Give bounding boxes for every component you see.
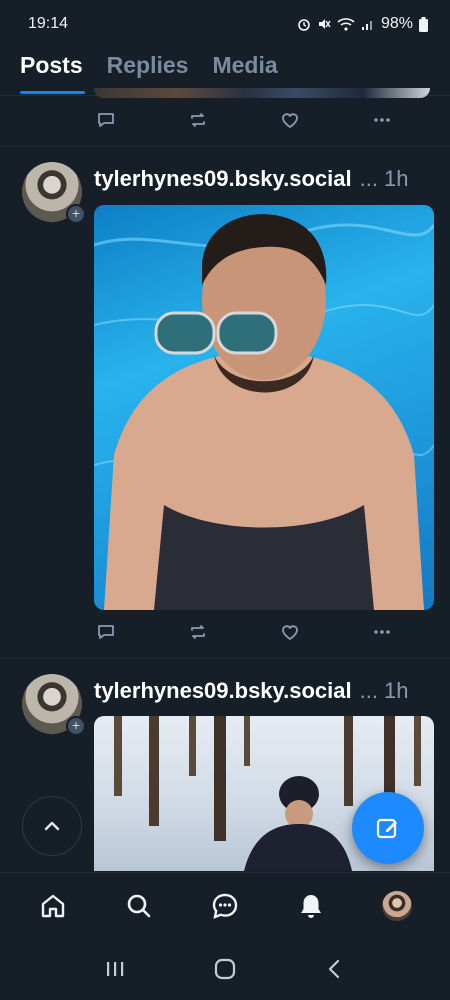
repost-icon[interactable] (186, 108, 210, 132)
system-nav-bar (0, 938, 450, 1000)
scroll-to-top-button[interactable] (22, 796, 82, 856)
signal-icon (361, 21, 372, 30)
post-time[interactable]: 1h (384, 166, 408, 192)
previous-post-media[interactable] (94, 88, 430, 98)
battery-icon (419, 16, 428, 32)
reply-icon[interactable] (94, 620, 118, 644)
nav-profile[interactable] (375, 884, 419, 928)
post-divider (0, 146, 450, 147)
tab-posts[interactable]: Posts (20, 48, 85, 94)
post-ellipsis: ... (359, 166, 378, 191)
post-handle[interactable]: tylerhynes09.bsky.social (94, 166, 352, 192)
status-time: 19:14 (28, 15, 69, 32)
profile-avatar (382, 890, 412, 921)
like-icon[interactable] (278, 620, 302, 644)
post-actions (94, 106, 394, 134)
nav-home[interactable] (31, 884, 75, 928)
status-bar: 19:14 98% (0, 0, 450, 48)
battery-percent: 98% (380, 15, 413, 32)
more-icon[interactable] (370, 620, 394, 644)
nav-search[interactable] (117, 884, 161, 928)
avatar[interactable]: + (22, 674, 86, 736)
follow-plus-icon[interactable]: + (66, 204, 86, 224)
post-actions (94, 618, 394, 646)
post-handle[interactable]: tylerhynes09.bsky.social (94, 678, 352, 704)
notifications-icon (301, 894, 321, 918)
wifi-icon (337, 18, 355, 31)
nav-notifications[interactable] (289, 884, 333, 928)
reply-icon[interactable] (94, 108, 118, 132)
back-icon[interactable] (323, 957, 347, 981)
post-divider (0, 658, 450, 659)
repost-icon[interactable] (186, 620, 210, 644)
post-header: tylerhynes09.bsky.social ... 1h (94, 676, 434, 706)
status-icons: 98% (297, 15, 428, 33)
avatar[interactable]: + (22, 162, 86, 224)
post-ellipsis: ... (359, 678, 378, 703)
recent-apps-icon[interactable] (103, 957, 127, 981)
search-icon (127, 894, 151, 917)
post-header: tylerhynes09.bsky.social ... 1h (94, 164, 434, 194)
alarm-icon (298, 19, 310, 31)
like-icon[interactable] (278, 108, 302, 132)
pool-selfie-image (94, 214, 434, 610)
bottom-nav (0, 872, 450, 938)
home-button-icon[interactable] (213, 957, 237, 981)
follow-plus-icon[interactable]: + (66, 716, 86, 736)
more-icon[interactable] (370, 108, 394, 132)
post-image[interactable] (94, 205, 434, 610)
post-time[interactable]: 1h (384, 678, 408, 704)
home-icon (41, 894, 65, 917)
nav-chat[interactable] (203, 884, 247, 928)
compose-button[interactable] (352, 792, 424, 864)
mute-icon (318, 19, 331, 29)
chevron-up-icon (44, 821, 60, 831)
compose-icon (376, 818, 397, 839)
chat-icon (212, 893, 238, 919)
